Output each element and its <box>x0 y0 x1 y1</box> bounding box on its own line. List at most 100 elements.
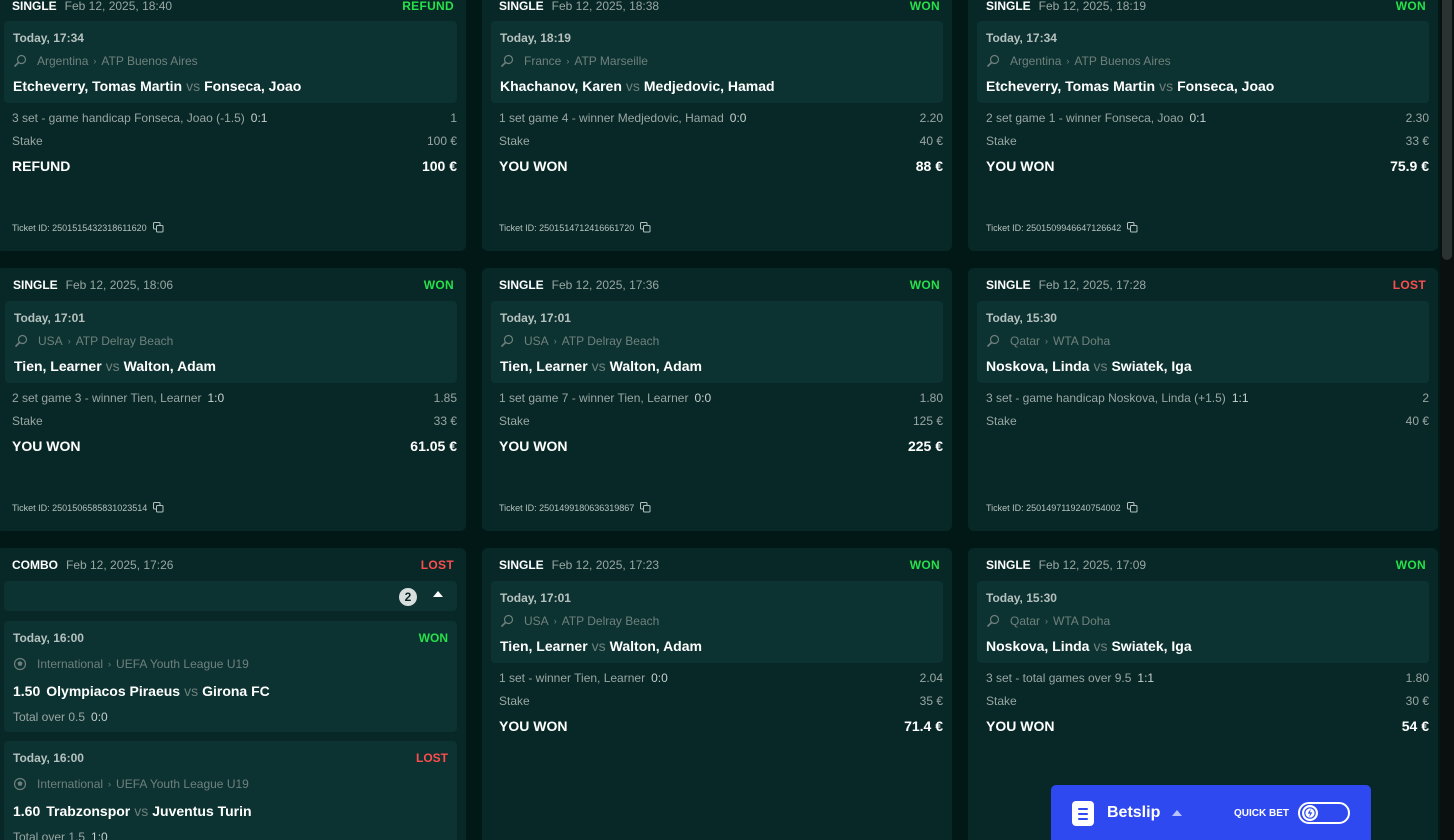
event-league-name: ATP Delray Beach <box>561 334 660 348</box>
pick-row: 3 set - game handicap Noskova, Linda (+1… <box>986 391 1429 405</box>
status-badge: WON <box>909 558 940 572</box>
event-box[interactable]: Today, 17:01 USA › ATP Delray Beach Tien… <box>491 581 943 663</box>
tennis-icon <box>500 614 514 628</box>
event-league: International › UEFA Youth League U19 <box>13 777 249 791</box>
event-match: Noskova, Linda vs Swiatek, Iga <box>986 638 1192 654</box>
bet-type: SINGLE <box>986 0 1031 13</box>
pick-row: 3 set - total games over 9.5 1:1 1.80 <box>986 671 1429 685</box>
event-league-name: ATP Buenos Aires <box>101 54 198 68</box>
event-league: Argentina › ATP Buenos Aires <box>13 54 198 68</box>
stake-value: 40 € <box>1405 414 1429 428</box>
combo-toggle-bar[interactable]: 2 <box>4 581 457 611</box>
event-box[interactable]: Today, 18:19 France › ATP Marseille Khac… <box>491 21 943 103</box>
leg-pick: Total over 0.5 0:0 <box>13 710 108 724</box>
event-box[interactable]: Today, 17:34 Argentina › ATP Buenos Aire… <box>977 21 1429 103</box>
event-country: USA <box>524 614 549 628</box>
combo-ticket-card[interactable]: COMBO Feb 12, 2025, 17:26 LOST 2 Today, … <box>0 548 466 840</box>
stake-row: Stake 33 € <box>986 134 1429 148</box>
ticket-card[interactable]: SINGLE Feb 12, 2025, 18:19 WON Today, 17… <box>968 0 1438 251</box>
ticket-card[interactable]: SINGLE Feb 12, 2025, 18:06 WON Today, 17… <box>0 268 466 531</box>
event-country: USA <box>38 334 63 348</box>
separator-icon: › <box>1066 56 1070 66</box>
combo-leg[interactable]: Today, 16:00 WON International › UEFA Yo… <box>4 621 457 732</box>
pick-row: 1 set game 7 - winner Tien, Learner 0:0 … <box>499 391 943 405</box>
event-time: Today, 17:01 <box>500 311 571 325</box>
copy-icon[interactable] <box>1126 502 1138 513</box>
stake-label: Stake <box>986 694 1017 708</box>
leg-pick-label: Total over 0.5 <box>13 710 86 724</box>
event-box[interactable]: Today, 15:30 Qatar › WTA Doha Noskova, L… <box>977 301 1429 383</box>
status-badge: WON <box>909 278 940 292</box>
bet-type: SINGLE <box>12 0 57 13</box>
event-box[interactable]: Today, 17:34 Argentina › ATP Buenos Aire… <box>4 21 457 103</box>
ticket-card[interactable]: SINGLE Feb 12, 2025, 18:38 WON Today, 18… <box>482 0 952 251</box>
event-box[interactable]: Today, 15:30 Qatar › WTA Doha Noskova, L… <box>977 581 1429 663</box>
separator-icon: › <box>67 336 71 346</box>
copy-icon[interactable] <box>153 502 164 513</box>
combo-leg[interactable]: Today, 16:00 LOST International › UEFA Y… <box>4 741 457 840</box>
event-league-name: ATP Delray Beach <box>75 334 174 348</box>
stake-row: Stake 40 € <box>986 414 1429 428</box>
vs-label: vs <box>1093 358 1108 374</box>
ticket-header: SINGLE Feb 12, 2025, 18:19 WON <box>986 0 1426 14</box>
event-box[interactable]: Today, 17:01 USA › ATP Delray Beach Tien… <box>5 301 457 383</box>
pick-score: 1:0 <box>207 391 225 405</box>
event-match: Tien, Learner vs Walton, Adam <box>500 358 702 374</box>
event-league-name: ATP Buenos Aires <box>1074 54 1171 68</box>
stake-value: 40 € <box>919 134 943 148</box>
leg-odds: 1.50 <box>13 683 41 699</box>
ticket-header: SINGLE Feb 12, 2025, 17:36 WON <box>499 277 940 293</box>
event-country: Qatar <box>1010 334 1041 348</box>
separator-icon: › <box>553 336 557 346</box>
status-badge: REFUND <box>402 0 454 13</box>
ticket-card[interactable]: SINGLE Feb 12, 2025, 17:36 WON Today, 17… <box>482 268 952 531</box>
result-label: YOU WON <box>986 158 1055 174</box>
scrollbar-track[interactable] <box>1440 0 1454 840</box>
event-box[interactable]: Today, 17:01 USA › ATP Delray Beach Tien… <box>491 301 943 383</box>
pick-label: 1 set - winner Tien, Learner <box>499 671 646 685</box>
ticket-card[interactable]: SINGLE Feb 12, 2025, 17:28 LOST Today, 1… <box>968 268 1438 531</box>
status-badge: LOST <box>1392 278 1426 292</box>
ticket-header: SINGLE Feb 12, 2025, 18:40 REFUND <box>12 0 454 14</box>
betslip-icon <box>1072 801 1094 826</box>
leg-status-badge: WON <box>418 631 448 645</box>
bet-date: Feb 12, 2025, 18:38 <box>551 0 660 13</box>
caret-up-icon[interactable] <box>433 591 443 597</box>
event-league-name: ATP Marseille <box>574 54 648 68</box>
home-team: Olympiacos Piraeus <box>46 683 181 699</box>
tennis-icon <box>986 54 1000 68</box>
event-match: 1.60 Trabzonspor vs Juventus Turin <box>13 803 252 819</box>
ticket-id-row: Ticket ID: 2501497119240754002 <box>986 502 1138 513</box>
event-country: Qatar <box>1010 614 1041 628</box>
pick-odds: 2.20 <box>919 111 943 125</box>
copy-icon[interactable] <box>640 502 651 513</box>
copy-icon[interactable] <box>640 222 651 233</box>
copy-icon[interactable] <box>152 222 164 233</box>
ticket-card[interactable]: SINGLE Feb 12, 2025, 17:23 WON Today, 17… <box>482 548 952 840</box>
tennis-icon <box>986 614 1000 628</box>
event-match: Etcheverry, Tomas Martin vs Fonseca, Joao <box>13 78 301 94</box>
event-league: France › ATP Marseille <box>500 54 648 68</box>
separator-icon: › <box>108 779 112 789</box>
event-match: Etcheverry, Tomas Martin vs Fonseca, Joao <box>986 78 1274 94</box>
ticket-card[interactable]: SINGLE Feb 12, 2025, 18:40 REFUND Today,… <box>0 0 466 251</box>
away-team: Walton, Adam <box>123 358 216 374</box>
vs-label: vs <box>105 358 120 374</box>
stake-value: 30 € <box>1405 694 1429 708</box>
leg-odds: 1.60 <box>13 803 41 819</box>
scrollbar-thumb[interactable] <box>1442 0 1452 260</box>
event-league-name: ATP Delray Beach <box>561 614 660 628</box>
separator-icon: › <box>1045 616 1049 626</box>
event-time: Today, 16:00 <box>13 751 84 765</box>
away-team: Medjedovic, Hamad <box>643 78 775 94</box>
event-country: USA <box>524 334 549 348</box>
event-country: Argentina <box>37 54 89 68</box>
bet-date: Feb 12, 2025, 18:40 <box>64 0 173 13</box>
ticket-id: Ticket ID: 2501509946647126642 <box>986 222 1122 233</box>
copy-icon[interactable] <box>1127 222 1138 233</box>
caret-up-icon[interactable] <box>1172 810 1182 816</box>
event-time: Today, 18:19 <box>500 31 571 45</box>
quick-bet-toggle[interactable] <box>1298 802 1350 824</box>
betslip-bar[interactable]: Betslip QUICK BET <box>1051 785 1371 840</box>
ticket-id: Ticket ID: 2501506585831023514 <box>12 502 148 513</box>
